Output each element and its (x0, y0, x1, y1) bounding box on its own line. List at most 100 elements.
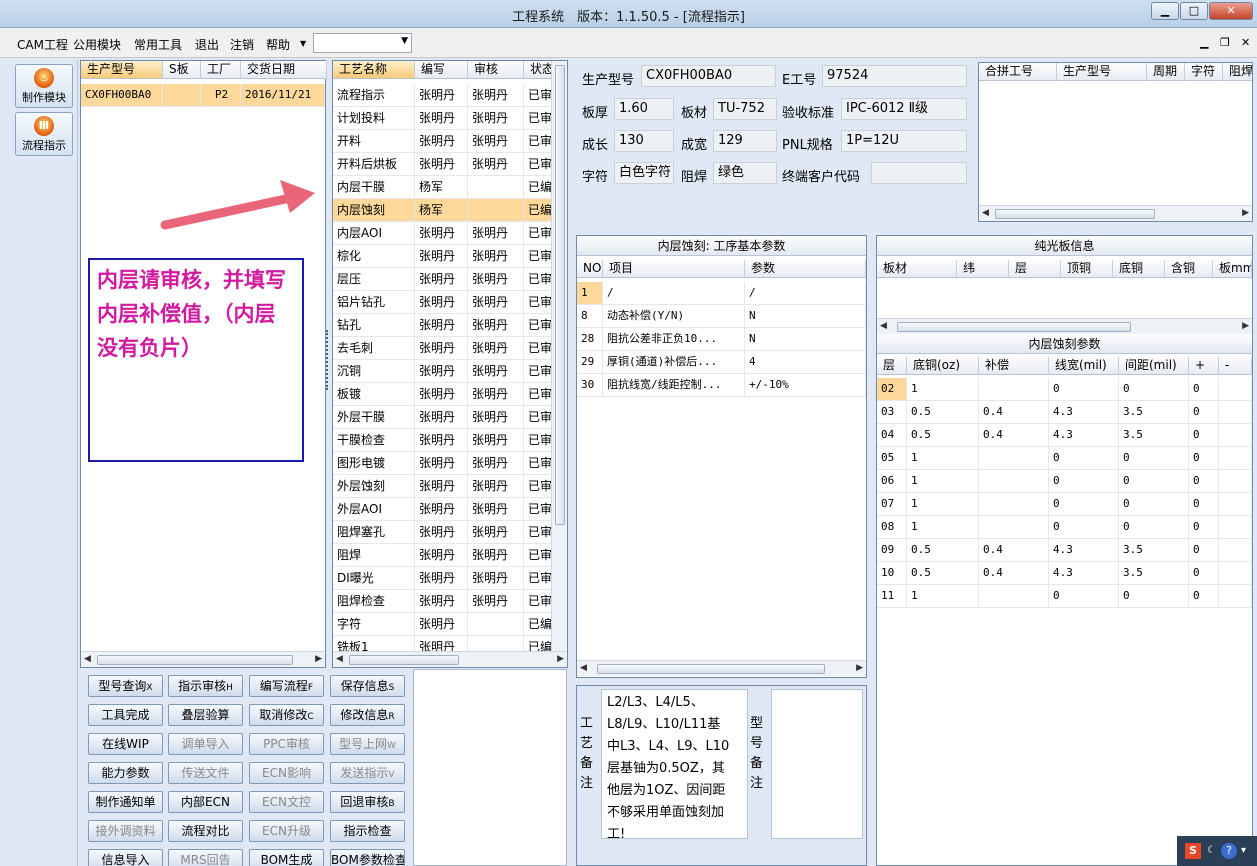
process-remark-text[interactable]: L2/L3、L4/L5、L8/L9、L10/L11基中L3、L4、L9、L10层… (601, 689, 748, 839)
process-vscroll[interactable] (551, 61, 567, 651)
action-button[interactable]: BOM生成 (249, 849, 324, 866)
mdi-restore-button[interactable]: ❐ (1220, 36, 1230, 49)
field-legend[interactable]: 白色字符 (614, 162, 674, 184)
table-row[interactable]: 沉铜 张明丹 张明丹 已审 (333, 360, 553, 383)
table-row[interactable]: 外层AOI 张明丹 张明丹 已审 (333, 498, 553, 521)
action-button[interactable]: ECN升级 (249, 820, 324, 842)
action-button[interactable]: 保存信息S (330, 675, 405, 697)
table-row[interactable]: 8 动态补偿(Y/N) N (577, 305, 866, 328)
table-row[interactable]: 02 1 0 0 0 (877, 378, 1252, 401)
field-standard[interactable]: IPC-6012 Ⅱ级 (841, 98, 967, 120)
action-button[interactable]: 在线WIP (88, 733, 163, 755)
action-button[interactable]: MRS回告 (168, 849, 243, 866)
table-row[interactable]: 流程指示 张明丹 张明丹 已审 (333, 84, 553, 107)
etch-col[interactable]: 层 (877, 357, 907, 375)
table-row[interactable]: 04 0.5 0.4 4.3 3.5 0 (877, 424, 1252, 447)
table-row[interactable]: 字符 张明丹 已编 (333, 613, 553, 636)
action-button[interactable]: 编写流程F (249, 675, 324, 697)
help-icon[interactable]: ? (1221, 843, 1237, 859)
field-material[interactable]: TU-752 (713, 98, 777, 120)
chevron-down-icon[interactable]: ▾ (1241, 845, 1246, 856)
table-row[interactable]: 28 阻抗公差非正负10... N (577, 328, 866, 351)
action-button[interactable]: 发送指示V (330, 762, 405, 784)
bare-col[interactable]: 底铜 (1113, 260, 1165, 278)
process-hscroll[interactable]: ◀ ▶ (333, 651, 567, 667)
table-row[interactable]: 棕化 张明丹 张明丹 已审 (333, 245, 553, 268)
action-button[interactable]: PPC审核 (249, 733, 324, 755)
bare-col[interactable]: 含铜 (1165, 260, 1213, 278)
col-reviewer[interactable]: 审核 (468, 61, 524, 79)
menu-cam[interactable]: CAM工程 (17, 36, 68, 53)
close-button[interactable]: ✕ (1209, 2, 1253, 20)
table-row[interactable]: 铝片钻孔 张明丹 张明丹 已审 (333, 291, 553, 314)
etch-col[interactable]: 间距(mil) (1119, 357, 1189, 375)
field-thickness[interactable]: 1.60 (614, 98, 674, 120)
bare-col[interactable]: 板材 (877, 260, 957, 278)
table-row[interactable]: 30 阻抗线宽/线距控制... +/-10% (577, 374, 866, 397)
action-button[interactable]: 接外调资料 (88, 820, 163, 842)
col-no[interactable]: NO (577, 260, 603, 278)
table-row[interactable]: 外层干膜 张明丹 张明丹 已审 (333, 406, 553, 429)
table-row[interactable]: 阻焊 张明丹 张明丹 已审 (333, 544, 553, 567)
action-button[interactable]: 传送文件 (168, 762, 243, 784)
action-button[interactable]: 型号上网W (330, 733, 405, 755)
bare-col[interactable]: 纬 (957, 260, 1009, 278)
table-row[interactable]: 阻焊塞孔 张明丹 张明丹 已审 (333, 521, 553, 544)
action-button[interactable]: ECN影响 (249, 762, 324, 784)
action-button[interactable]: 内部ECN (168, 791, 243, 813)
etch-col[interactable]: + (1189, 357, 1219, 375)
action-button[interactable]: 叠层验算 (168, 704, 243, 726)
action-button[interactable]: 取消修改C (249, 704, 324, 726)
action-button[interactable]: 工具完成 (88, 704, 163, 726)
menu-logout[interactable]: 注销 (230, 36, 254, 53)
col-s-board[interactable]: S板 (163, 61, 201, 79)
params-hscroll[interactable]: ◀ ▶ (577, 660, 866, 676)
module-flow-button[interactable]: Ⅲ 流程指示 (15, 112, 73, 156)
action-button[interactable]: 能力参数 (88, 762, 163, 784)
bare-hscroll[interactable]: ◀ ▶ (877, 318, 1252, 334)
col-model[interactable]: 生产型号 (81, 61, 163, 79)
table-row[interactable]: 10 0.5 0.4 4.3 3.5 0 (877, 562, 1252, 585)
col-combined-cycle[interactable]: 周期 (1147, 63, 1185, 81)
table-row[interactable]: 1// (577, 282, 866, 305)
field-width[interactable]: 129 (713, 130, 777, 152)
col-combined-model[interactable]: 生产型号 (1057, 63, 1147, 81)
action-button[interactable]: ECN文控 (249, 791, 324, 813)
col-status[interactable]: 状态 (524, 61, 553, 79)
col-combined-soldermask[interactable]: 阻焊 (1223, 63, 1252, 81)
menu-help[interactable]: 帮助 (266, 36, 290, 53)
action-button[interactable]: 流程对比 (168, 820, 243, 842)
field-e-no[interactable]: 97524 (822, 65, 967, 87)
table-row[interactable]: 钻孔 张明丹 张明丹 已审 (333, 314, 553, 337)
table-row[interactable]: 层压 张明丹 张明丹 已审 (333, 268, 553, 291)
action-button[interactable]: 调单导入 (168, 733, 243, 755)
table-row[interactable]: 05 1 0 0 0 (877, 447, 1252, 470)
col-item[interactable]: 项目 (603, 260, 745, 278)
moon-icon[interactable]: ☾ (1207, 845, 1216, 856)
table-row[interactable]: 09 0.5 0.4 4.3 3.5 0 (877, 539, 1252, 562)
table-row[interactable]: 07 1 0 0 0 (877, 493, 1252, 516)
action-button[interactable]: 型号查询X (88, 675, 163, 697)
table-row[interactable]: 06 1 0 0 0 (877, 470, 1252, 493)
input-method-icon[interactable]: S (1185, 843, 1201, 859)
col-combined-legend[interactable]: 字符 (1185, 63, 1223, 81)
table-row[interactable]: 图形电镀 张明丹 张明丹 已审 (333, 452, 553, 475)
field-model[interactable]: CX0FH00BA0 (641, 65, 776, 87)
table-row[interactable]: CX0FH00BA0 P2 2016/11/21 (81, 84, 325, 107)
scroll-right-icon[interactable]: ▶ (315, 654, 322, 664)
mdi-minimize-button[interactable]: ▁ (1200, 36, 1208, 49)
field-pnl[interactable]: 1P=12U (841, 130, 967, 152)
scroll-left-icon[interactable]: ◀ (84, 654, 91, 664)
table-row[interactable]: 干膜检查 张明丹 张明丹 已审 (333, 429, 553, 452)
table-row[interactable]: 去毛刺 张明丹 张明丹 已审 (333, 337, 553, 360)
table-row[interactable]: 11 1 0 0 0 (877, 585, 1252, 608)
minimize-button[interactable]: ▁ (1151, 2, 1179, 20)
action-button[interactable]: BOM参数检查 (330, 849, 405, 866)
action-button[interactable]: 指示审核H (168, 675, 243, 697)
table-row[interactable]: 内层AOI 张明丹 张明丹 已审 (333, 222, 553, 245)
col-factory[interactable]: 工厂 (201, 61, 241, 79)
etch-col[interactable]: 补偿 (979, 357, 1049, 375)
etch-col[interactable]: 底铜(oz) (907, 357, 979, 375)
table-row[interactable]: 阻焊检查 张明丹 张明丹 已审 (333, 590, 553, 613)
model-remark-text[interactable] (771, 689, 863, 839)
